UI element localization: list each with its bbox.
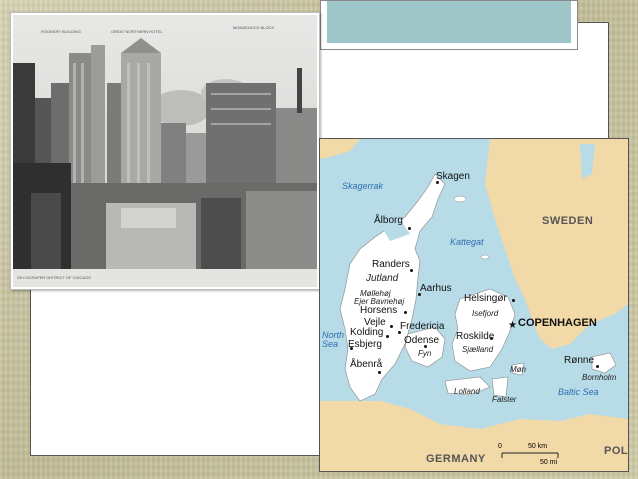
chicago-skyscraper-photo: SKY-SCRAPER DISTRICT OF CHICAGO ROOKERY … — [10, 12, 320, 290]
city-marker-vejle — [390, 325, 393, 328]
region-label-lolland: Lolland — [454, 387, 480, 396]
city-label-skagen: Skagen — [436, 171, 470, 182]
region-label-bornholm: Bornholm — [582, 373, 617, 382]
sea-label-skagerrak: Skagerrak — [342, 181, 384, 191]
city-label-roskilde: Roskilde — [456, 331, 495, 342]
region-label-isefjord: Isefjord — [472, 309, 499, 318]
photo-top-label: GREAT NORTHERN HOTEL — [111, 29, 163, 34]
denmark-map: Skagerrak Kattegat North Sea Baltic Sea … — [319, 138, 629, 472]
scale-km-label: 50 km — [528, 443, 548, 450]
region-label-fyn: Fyn — [418, 349, 432, 358]
city-label-esbjerg: Esbjerg — [348, 339, 382, 350]
city-label-horsens: Horsens — [360, 305, 398, 316]
title-placeholder-box[interactable] — [320, 0, 578, 50]
city-marker-kolding — [386, 335, 389, 338]
city-label-aalborg: Ålborg — [374, 215, 403, 226]
region-label-jutland: Jutland — [366, 273, 399, 284]
photo-caption: SKY-SCRAPER DISTRICT OF CHICAGO — [17, 275, 92, 280]
city-label-helsingor: Helsingør — [464, 293, 507, 304]
city-label-randers: Randers — [372, 259, 410, 270]
sea-label-north-sea: North Sea — [322, 330, 345, 349]
region-label-sjaelland: Sjælland — [462, 345, 494, 354]
city-marker-abenra — [378, 371, 381, 374]
country-label-sweden: SWEDEN — [542, 215, 594, 227]
sea-label-baltic-sea: Baltic Sea — [558, 387, 599, 397]
city-marker-helsingor — [512, 299, 515, 302]
country-label-poland: POL — [604, 445, 629, 457]
capital-label-copenhagen: COPENHAGEN — [518, 317, 597, 329]
city-marker-ronne — [596, 365, 599, 368]
city-marker-aalborg — [408, 227, 411, 230]
city-label-fredericia: Fredericia — [400, 321, 445, 332]
photo-top-label: MONADNOCK BLOCK — [233, 25, 275, 30]
region-label-mon: Møn — [510, 365, 526, 374]
city-label-kolding: Kolding — [350, 327, 384, 338]
city-label-ronne: Rønne — [564, 355, 595, 366]
sea-label-kattegat: Kattegat — [450, 237, 484, 247]
capital-star-icon: ★ — [508, 320, 517, 331]
city-label-abenra: Åbenrå — [350, 359, 383, 370]
scale-zero-label: 0 — [498, 443, 502, 450]
photo-top-label: ROOKERY BUILDING — [41, 29, 81, 34]
photo-illustration — [13, 15, 317, 287]
scale-mi-label: 50 mi — [540, 459, 558, 466]
title-placeholder-fill — [327, 1, 571, 43]
region-label-falster: Falster — [492, 395, 517, 404]
city-label-odense: Odense — [404, 335, 440, 346]
city-label-aarhus: Aarhus — [420, 283, 452, 294]
country-label-germany: GERMANY — [426, 453, 486, 465]
city-marker-horsens — [404, 311, 407, 314]
city-marker-randers — [410, 269, 413, 272]
